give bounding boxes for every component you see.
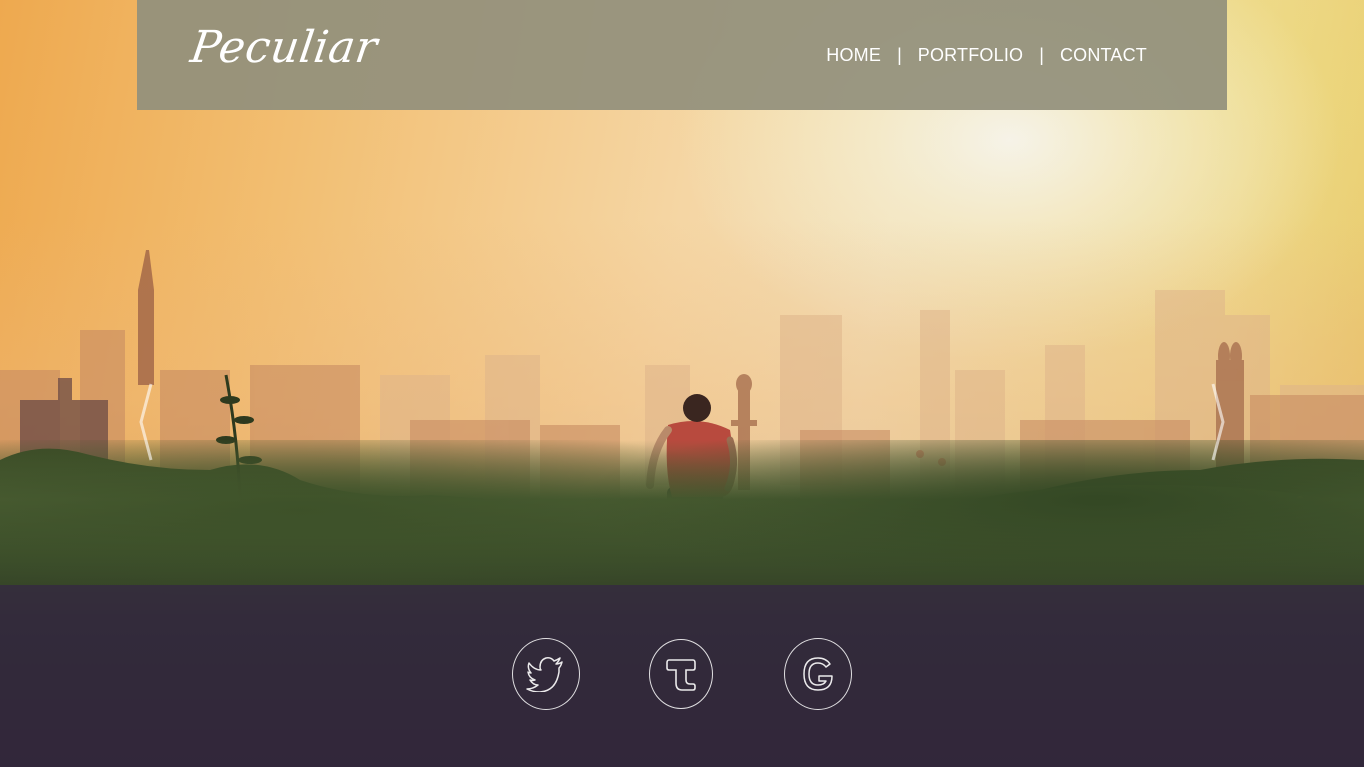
google-icon [803,657,833,691]
twitter-link[interactable] [512,638,580,710]
carousel-next-button[interactable] [1209,382,1227,462]
nav-portfolio[interactable]: PORTFOLIO [918,45,1024,66]
carousel-prev-button[interactable] [137,382,155,462]
nav-home[interactable]: HOME [826,45,881,66]
chevron-left-icon [139,383,153,461]
google-link[interactable] [784,638,852,710]
nav-separator: | [897,45,902,65]
nav-separator: | [1039,45,1044,65]
tumblr-link[interactable] [649,639,713,709]
tumblr-icon [666,659,696,691]
nav-contact[interactable]: CONTACT [1060,45,1147,66]
site-header: Peculiar HOME | PORTFOLIO | CONTACT [137,0,1227,110]
site-logo[interactable]: Peculiar [187,22,380,73]
main-nav: HOME | PORTFOLIO | CONTACT [826,45,1147,66]
twitter-bird-icon [526,657,563,692]
chevron-right-icon [1211,383,1225,461]
